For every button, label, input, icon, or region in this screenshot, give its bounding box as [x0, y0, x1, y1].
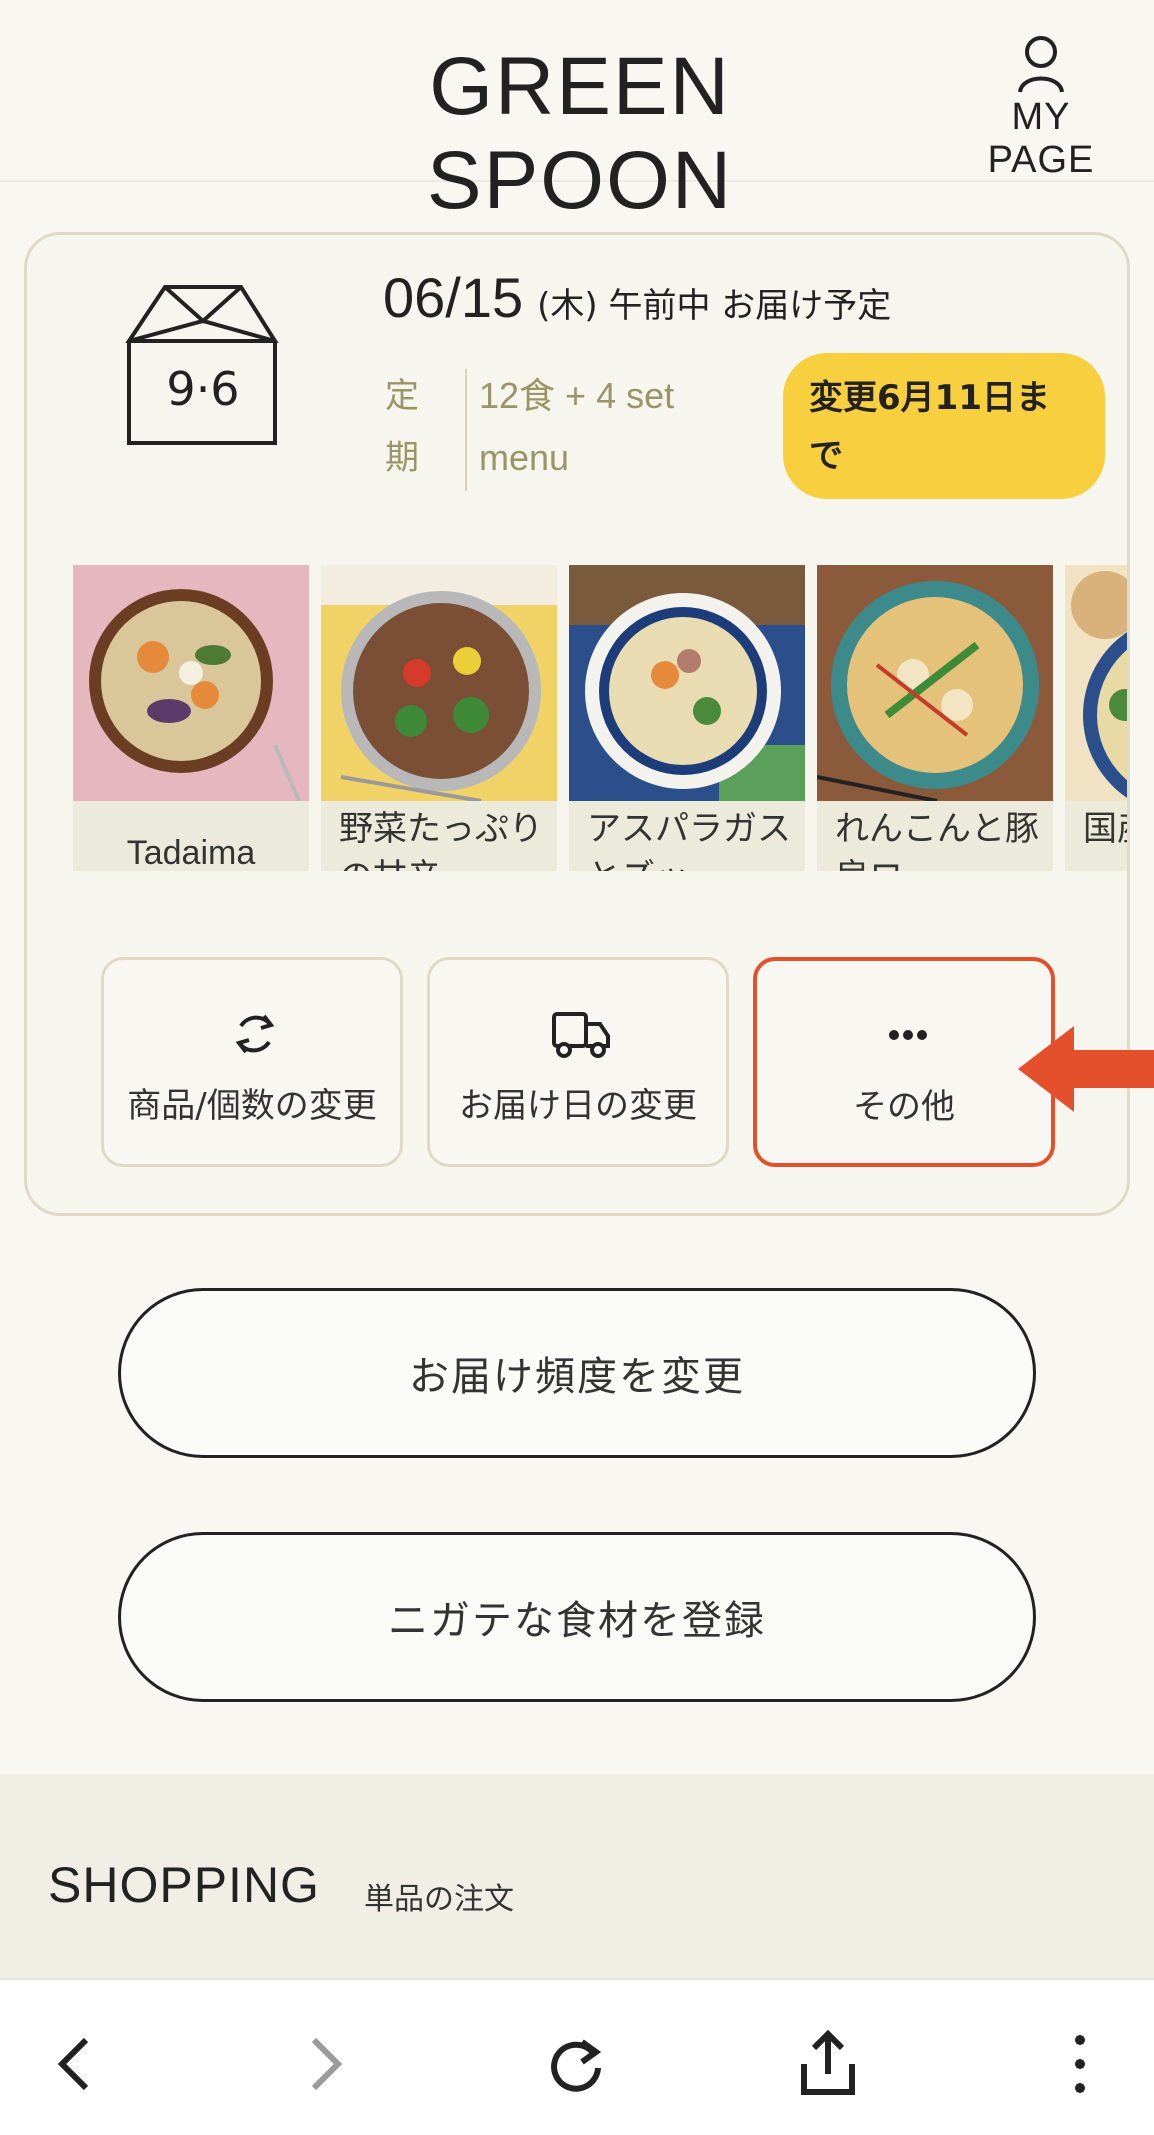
action-label: お届け日の変更 — [459, 1086, 697, 1126]
mypage-link[interactable]: MY PAGE — [956, 34, 1126, 182]
more-dots-icon — [889, 1030, 927, 1040]
plan-description: 12食 + 4 set menu — [479, 375, 675, 478]
menu-name: Tadaima — [126, 834, 256, 871]
share-icon[interactable] — [788, 2024, 868, 2104]
menu-photo — [321, 565, 557, 801]
plan-kind: 定期 — [385, 376, 419, 478]
delivery-date: 06/15 — [383, 266, 524, 329]
menu-carousel[interactable]: Tadaima 野菜たっぷりの甘辛... — [73, 565, 1127, 871]
action-label: 商品/個数の変更 — [127, 1086, 377, 1126]
svg-text:9·6: 9·6 — [166, 362, 239, 416]
menu-name: アスパラガスとズッ... — [587, 809, 791, 871]
truck-icon — [552, 1012, 610, 1058]
logo[interactable]: GREEN SPOON — [300, 40, 860, 228]
back-icon[interactable] — [36, 2024, 116, 2104]
refresh-icon — [235, 1014, 275, 1054]
user-icon — [1018, 36, 1064, 93]
header: GREEN SPOON MY PAGE — [0, 0, 1154, 226]
change-date-button[interactable]: お届け日の変更 — [427, 957, 729, 1167]
menu-item[interactable]: 国産と口 — [1065, 565, 1127, 871]
divider — [465, 369, 467, 491]
change-deadline-badge: 変更6月11日まで — [783, 353, 1105, 499]
pointer-arrow-icon — [1018, 1026, 1154, 1112]
change-items-button[interactable]: 商品/個数の変更 — [101, 957, 403, 1167]
delivery-time: (木) 午前中 お届け予定 — [537, 286, 892, 326]
page: GREEN SPOON MY PAGE 9·6 06/15 (木) 午前中 お届け… — [0, 0, 1154, 2135]
menu-name: 国産と口 — [1083, 809, 1127, 849]
mypage-label: MY PAGE — [987, 96, 1095, 181]
other-button[interactable]: その他 — [753, 957, 1055, 1167]
more-vert-icon[interactable] — [1040, 2024, 1120, 2104]
shopping-section: SHOPPING 単品の注文 — [0, 1774, 1154, 1978]
action-label: その他 — [853, 1087, 955, 1127]
menu-name: 野菜たっぷりの甘辛... — [339, 809, 543, 871]
register-dislikes-button[interactable]: ニガテな食材を登録 — [118, 1532, 1036, 1702]
menu-name: れんこんと豚肩ロー... — [835, 809, 1039, 871]
browser-toolbar — [0, 1978, 1154, 2135]
shopping-title[interactable]: SHOPPING — [48, 1856, 320, 1914]
menu-photo — [817, 565, 1053, 801]
change-frequency-button[interactable]: お届け頻度を変更 — [118, 1288, 1036, 1458]
forward-icon[interactable] — [284, 2024, 364, 2104]
menu-item[interactable]: Tadaima — [73, 565, 309, 871]
delivery-card: 9·6 06/15 (木) 午前中 お届け予定 定期 12食 + 4 set me… — [24, 232, 1130, 1216]
menu-photo — [1065, 565, 1127, 801]
shopping-subtitle[interactable]: 単品の注文 — [364, 1874, 514, 1918]
delivery-date-line: 06/15 (木) 午前中 お届け予定 — [383, 265, 891, 330]
menu-photo — [569, 565, 805, 801]
menu-item[interactable]: れんこんと豚肩ロー... — [817, 565, 1053, 871]
menu-item[interactable]: 野菜たっぷりの甘辛... — [321, 565, 557, 871]
box-icon: 9·6 — [125, 285, 279, 445]
menu-photo — [73, 565, 309, 801]
reload-icon[interactable] — [536, 2024, 616, 2104]
menu-item[interactable]: アスパラガスとズッ... — [569, 565, 805, 871]
